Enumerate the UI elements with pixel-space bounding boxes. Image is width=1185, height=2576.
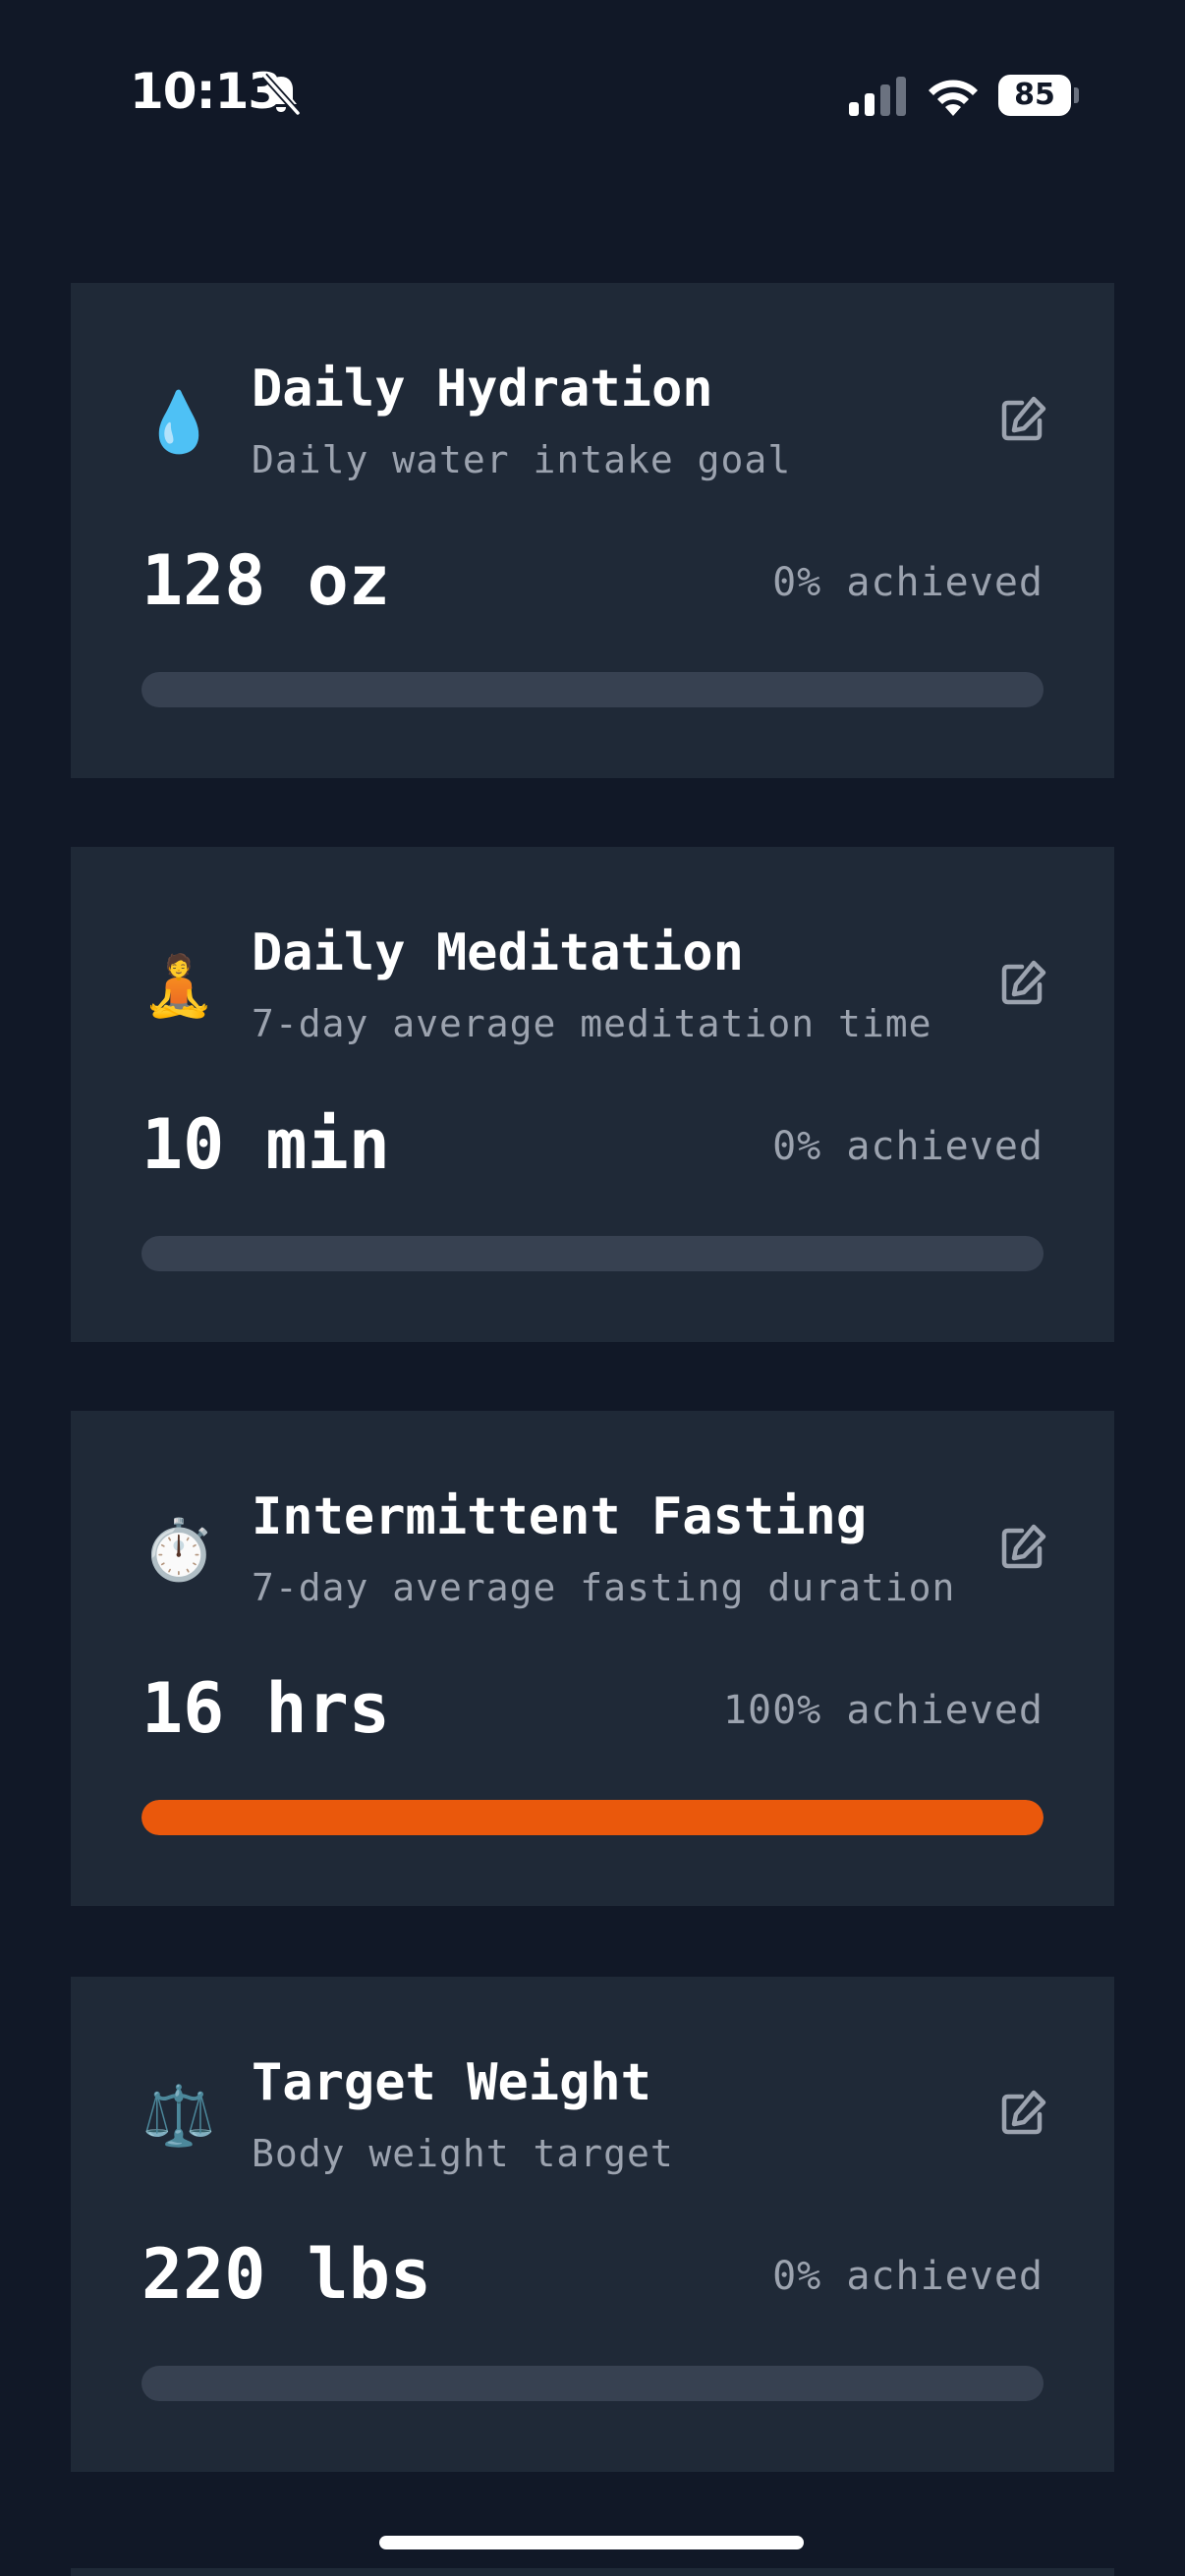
battery-indicator: 85 (998, 75, 1079, 116)
stopwatch-icon: ⏱️ (141, 1516, 216, 1585)
edit-icon[interactable] (992, 2085, 1051, 2144)
goal-value: 128 oz (141, 540, 390, 621)
goal-card-4: ⚖️ Target Weight Body weight target 220 … (71, 1977, 1114, 2472)
goal-subtitle: 7-day average fasting duration (252, 1566, 956, 1609)
progress-bar (141, 672, 1044, 707)
bell-muted-icon (261, 73, 301, 116)
goal-subtitle: Body weight target (252, 2132, 674, 2175)
goal-card-3: ⏱️ Intermittent Fasting 7-day average fa… (71, 1411, 1114, 1906)
status-bar: 10:13 85 (0, 0, 1185, 196)
progress-bar (141, 1800, 1044, 1835)
progress-bar (141, 1236, 1044, 1271)
edit-icon[interactable] (992, 955, 1051, 1014)
goal-card-1: 💧 Daily Hydration Daily water intake goa… (71, 283, 1114, 778)
goal-subtitle: 7-day average meditation time (252, 1002, 932, 1045)
wifi-icon (929, 80, 978, 116)
progress-fill (141, 1800, 1044, 1835)
goal-value: 10 min (141, 1104, 390, 1185)
next-card-peek (71, 2568, 1114, 2576)
goal-subtitle: Daily water intake goal (252, 438, 792, 481)
cellular-signal-icon (849, 77, 906, 116)
goal-title: Target Weight (252, 2053, 651, 2112)
water-drop-icon: 💧 (141, 388, 216, 457)
goal-achieved: 100% achieved (722, 1688, 1044, 1733)
goal-achieved: 0% achieved (772, 1124, 1044, 1169)
edit-icon[interactable] (992, 1519, 1051, 1578)
goal-value: 16 hrs (141, 1668, 390, 1749)
home-indicator[interactable] (379, 2536, 804, 2549)
scale-icon: ⚖️ (141, 2082, 216, 2151)
goal-card-2: 🧘 Daily Meditation 7-day average meditat… (71, 847, 1114, 1342)
battery-cap (1074, 87, 1079, 103)
goal-value: 220 lbs (141, 2234, 432, 2315)
goal-title: Intermittent Fasting (252, 1487, 868, 1546)
goal-achieved: 0% achieved (772, 560, 1044, 605)
progress-bar (141, 2366, 1044, 2401)
goal-achieved: 0% achieved (772, 2254, 1044, 2299)
meditation-icon: 🧘 (141, 952, 216, 1021)
goal-title: Daily Hydration (252, 360, 713, 419)
goal-title: Daily Meditation (252, 924, 744, 982)
edit-icon[interactable] (992, 391, 1051, 450)
battery-level: 85 (998, 75, 1071, 116)
